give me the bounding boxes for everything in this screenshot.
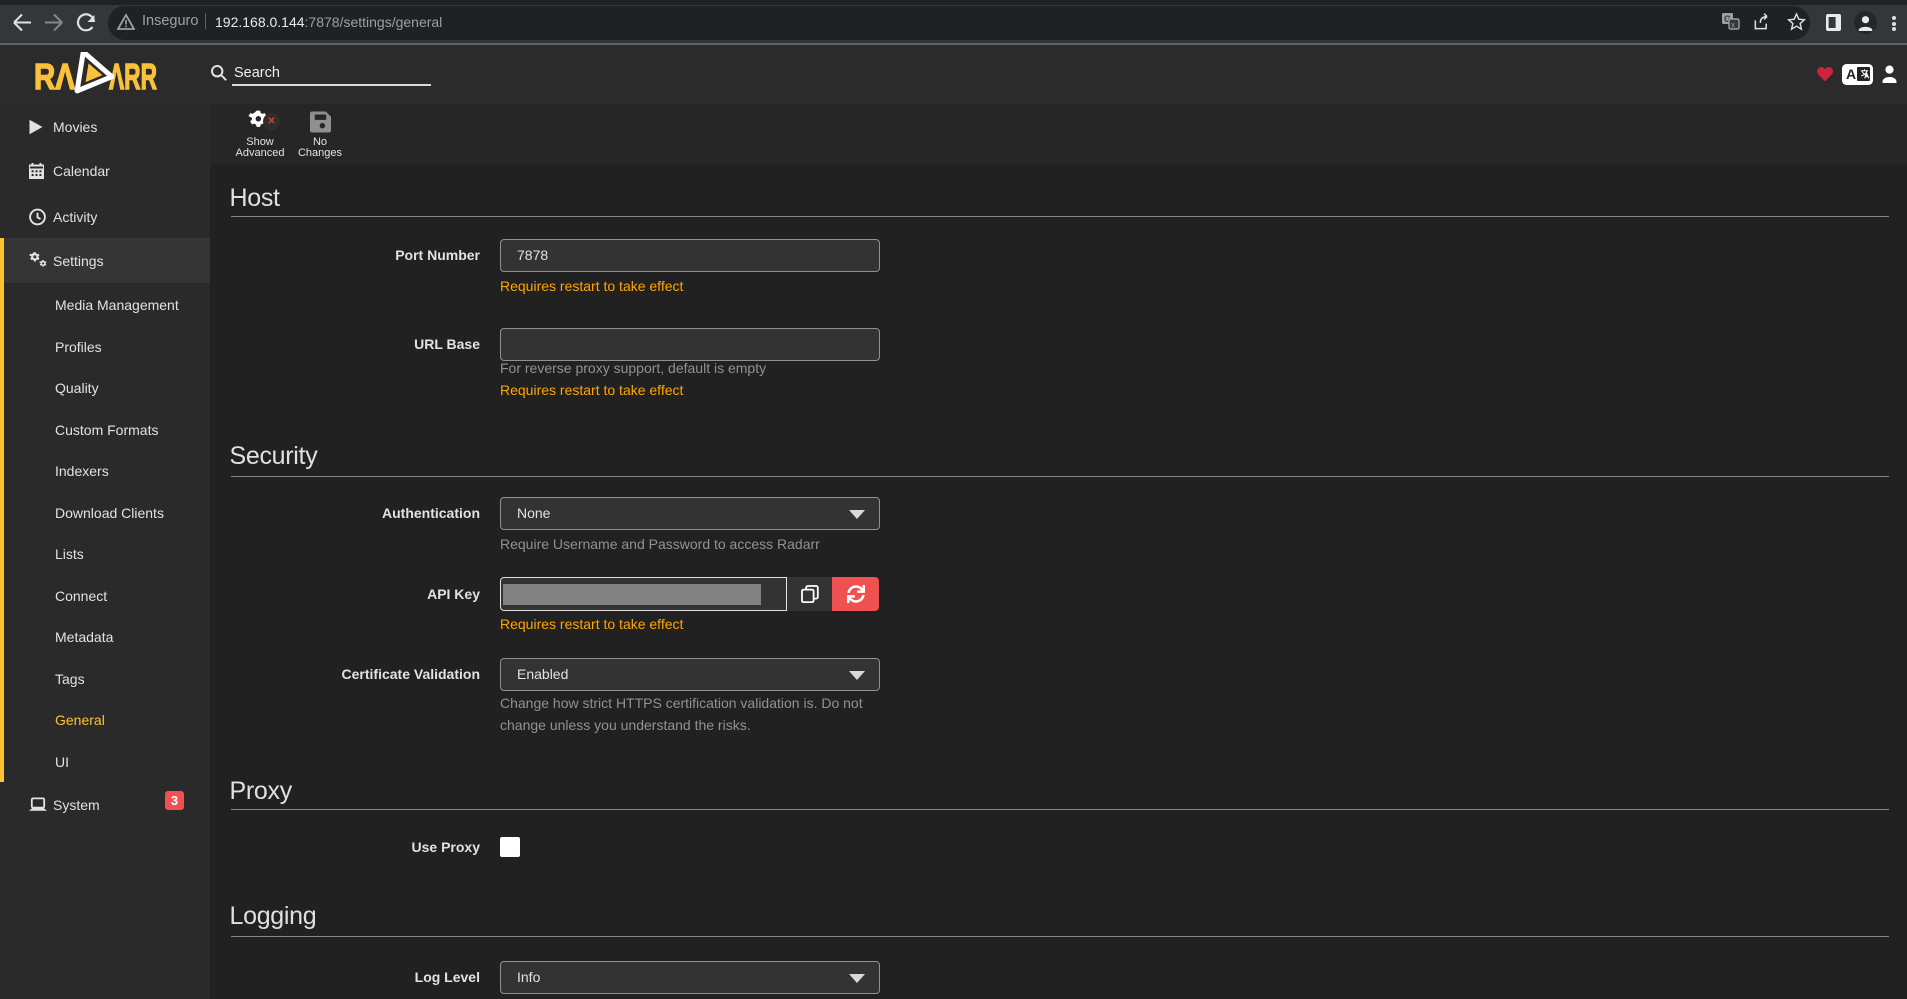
svg-text:ΛRR: ΛRR xyxy=(109,56,157,95)
svg-text:x: x xyxy=(1731,21,1735,30)
svg-text:RΛ: RΛ xyxy=(34,56,75,95)
